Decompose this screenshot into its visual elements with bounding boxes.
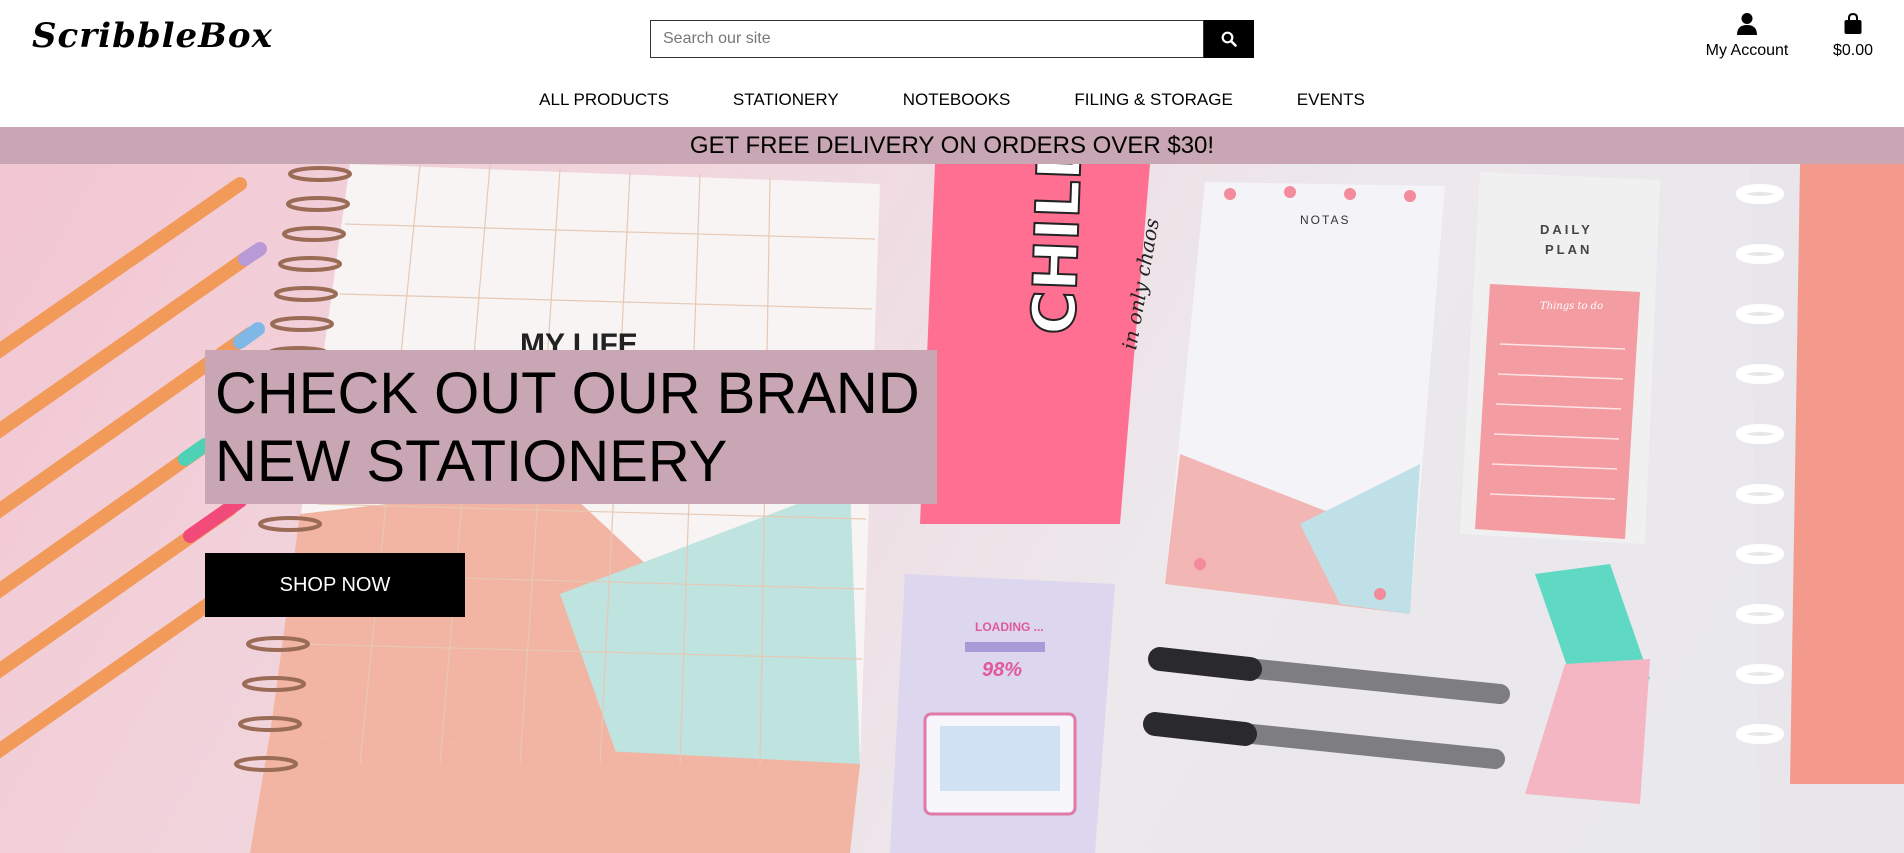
svg-text:DAILY: DAILY [1540, 222, 1593, 237]
cart-total: $0.00 [1832, 42, 1874, 59]
nav-item-notebooks[interactable]: NOTEBOOKS [871, 86, 1043, 114]
sticky-blocks [1525, 564, 1650, 804]
cart-link[interactable]: $0.00 [1826, 12, 1880, 60]
my-account-link[interactable]: My Account [1700, 12, 1794, 60]
search-icon [1221, 31, 1237, 47]
hero-title-line-2: NEW STATIONERY [215, 429, 728, 494]
svg-text:NOTAS: NOTAS [1300, 213, 1350, 227]
nav-item-events[interactable]: EVENTS [1265, 86, 1397, 114]
site-header: ScribbleBox My Account $0.00 ALL [0, 0, 1904, 127]
notas-notepad: NOTAS [1165, 182, 1445, 614]
site-logo[interactable]: ScribbleBox [32, 16, 273, 56]
user-icon [1737, 13, 1757, 35]
hero-title-line-1: CHECK OUT OUR BRAND [215, 361, 920, 426]
nav-item-all-products[interactable]: ALL PRODUCTS [507, 86, 701, 114]
svg-text:LOADING ...: LOADING ... [975, 620, 1044, 634]
hero-title: CHECK OUT OUR BRAND NEW STATIONERY [205, 350, 937, 504]
search-input[interactable] [650, 20, 1205, 58]
svg-text:PLAN: PLAN [1545, 242, 1592, 257]
grid-notebook: MY LIFE [234, 164, 880, 853]
svg-text:Things to do: Things to do [1540, 301, 1603, 312]
markers [1143, 647, 1510, 769]
hero-section: MY LIFE CHILL in only chaos NOTAS DAILY … [0, 164, 1904, 853]
hero-image: MY LIFE CHILL in only chaos NOTAS DAILY … [0, 164, 1904, 853]
free-delivery-banner: GET FREE DELIVERY ON ORDERS OVER $30! [0, 127, 1904, 164]
main-nav: ALL PRODUCTS STATIONERY NOTEBOOKS FILING… [0, 86, 1904, 114]
search-button[interactable] [1204, 20, 1254, 58]
svg-text:98%: 98% [982, 659, 1022, 681]
nav-item-stationery[interactable]: STATIONERY [701, 86, 871, 114]
search-form [650, 20, 1254, 58]
shopping-bag-icon [1844, 12, 1862, 34]
svg-text:CHILL: CHILL [1019, 164, 1096, 336]
ring-planner [1736, 164, 1904, 853]
my-account-label: My Account [1705, 42, 1789, 59]
shop-now-button[interactable]: SHOP NOW [205, 553, 465, 617]
nav-item-filing-storage[interactable]: FILING & STORAGE [1042, 86, 1264, 114]
pencil-case: CHILL in only chaos [920, 164, 1164, 524]
daily-plan-pad: DAILY PLAN Things to do [1460, 172, 1660, 544]
loading-sticky-note: LOADING ... 98% [890, 574, 1115, 853]
